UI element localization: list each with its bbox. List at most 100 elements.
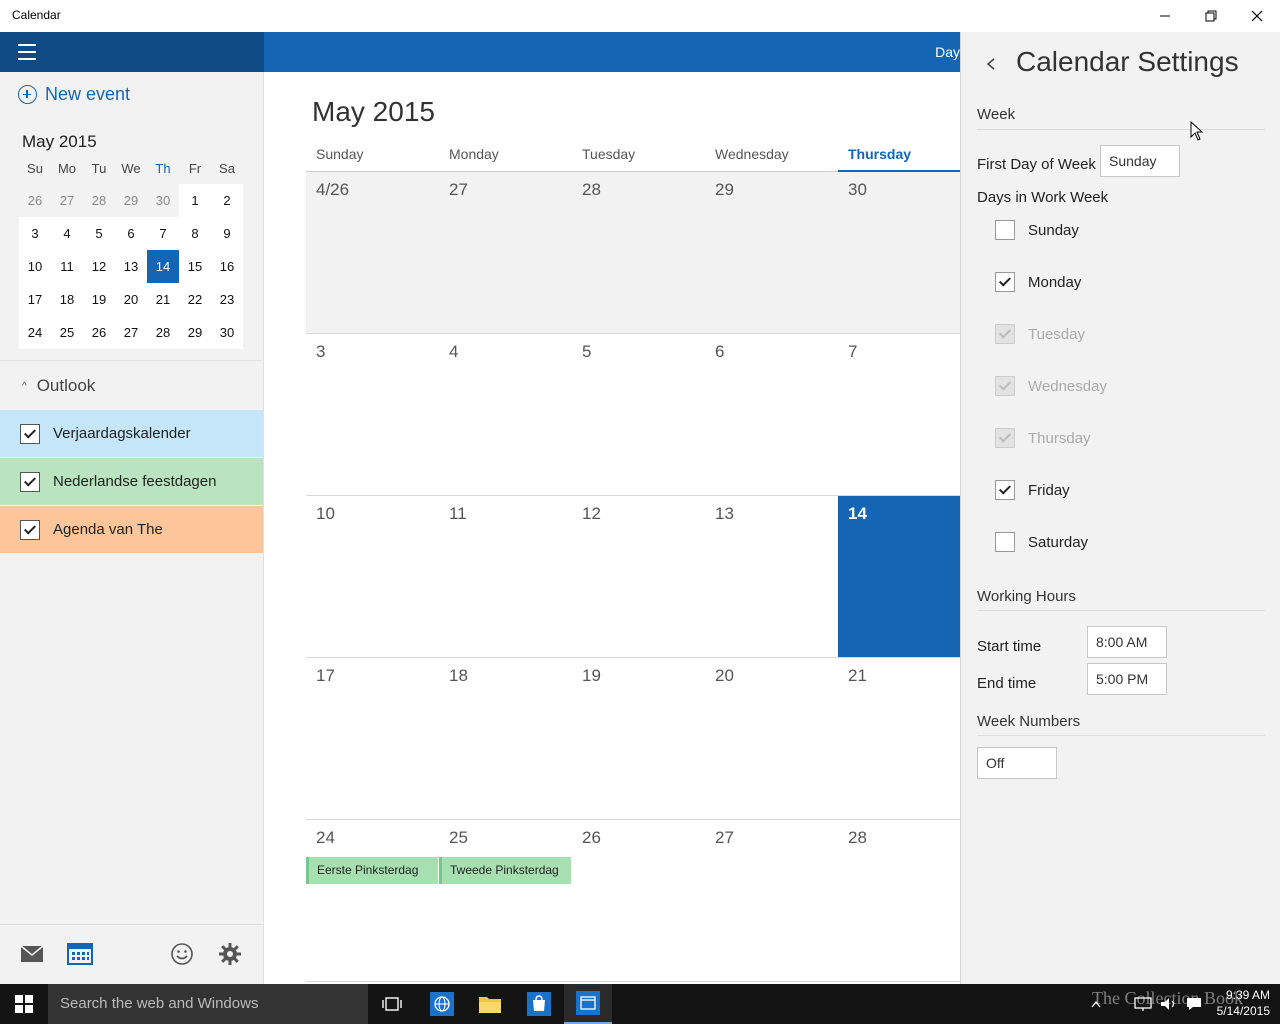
day-cell[interactable]: 13 bbox=[705, 496, 838, 657]
day-cell[interactable]: 3 bbox=[306, 334, 439, 495]
view-day-button[interactable]: Day bbox=[935, 44, 960, 60]
mini-calendar-day[interactable]: 18 bbox=[51, 283, 83, 316]
calendar-taskbar-button[interactable] bbox=[564, 984, 612, 1024]
restore-button[interactable] bbox=[1188, 0, 1234, 32]
mini-calendar-day[interactable]: 9 bbox=[211, 217, 243, 250]
mini-calendar-day[interactable]: 22 bbox=[179, 283, 211, 316]
day-cell[interactable]: 11 bbox=[439, 496, 572, 657]
hamburger-menu-icon[interactable] bbox=[18, 44, 36, 60]
mini-calendar-day[interactable]: 28 bbox=[83, 184, 115, 217]
mini-calendar-day[interactable]: 3 bbox=[19, 217, 51, 250]
day-cell[interactable]: 29 bbox=[705, 172, 838, 333]
day-cell[interactable]: 27 bbox=[705, 820, 838, 981]
mini-calendar-day[interactable]: 2 bbox=[211, 184, 243, 217]
mini-calendar-title[interactable]: May 2015 bbox=[22, 132, 97, 152]
mini-calendar-day[interactable]: 20 bbox=[115, 283, 147, 316]
task-view-button[interactable] bbox=[368, 984, 416, 1024]
start-time-dropdown[interactable]: 8:00 AM bbox=[1087, 626, 1167, 658]
calendar-list-item[interactable]: Verjaardagskalender bbox=[0, 410, 263, 457]
day-cell[interactable]: 5 bbox=[572, 334, 705, 495]
mini-calendar-day[interactable]: 10 bbox=[19, 250, 51, 283]
day-cell[interactable]: 7 bbox=[838, 334, 960, 495]
checkbox-box[interactable] bbox=[995, 532, 1015, 552]
day-cell[interactable]: 14 bbox=[838, 496, 960, 657]
store-taskbar-button[interactable] bbox=[515, 984, 563, 1024]
browser-taskbar-button[interactable] bbox=[418, 984, 466, 1024]
mini-calendar-day[interactable]: 13 bbox=[115, 250, 147, 283]
minimize-button[interactable] bbox=[1142, 0, 1188, 32]
mini-calendar-day[interactable]: 30 bbox=[147, 184, 179, 217]
mini-calendar-day[interactable]: 14 bbox=[147, 250, 179, 283]
day-cell[interactable]: 21 bbox=[838, 658, 960, 819]
event-chip[interactable]: Tweede Pinksterdag bbox=[439, 857, 571, 884]
checkbox-box[interactable] bbox=[995, 480, 1015, 500]
mini-calendar-day[interactable]: 30 bbox=[211, 316, 243, 349]
first-day-dropdown[interactable]: Sunday bbox=[1100, 145, 1180, 177]
day-cell[interactable]: 26 bbox=[572, 820, 705, 981]
workday-checkbox-friday[interactable]: Friday bbox=[995, 480, 1070, 500]
mini-calendar-day[interactable]: 17 bbox=[19, 283, 51, 316]
day-cell[interactable]: 27 bbox=[439, 172, 572, 333]
workday-checkbox-saturday[interactable]: Saturday bbox=[995, 532, 1088, 552]
mini-calendar-day[interactable]: 5 bbox=[83, 217, 115, 250]
mail-icon[interactable] bbox=[18, 940, 46, 968]
mini-calendar-day[interactable]: 29 bbox=[179, 316, 211, 349]
mini-calendar-day[interactable]: 11 bbox=[51, 250, 83, 283]
day-cell[interactable]: 18 bbox=[439, 658, 572, 819]
start-button[interactable] bbox=[0, 984, 48, 1024]
calendar-list-item[interactable]: Agenda van The bbox=[0, 506, 263, 553]
mini-calendar-day[interactable]: 7 bbox=[147, 217, 179, 250]
mini-calendar-day[interactable]: 26 bbox=[19, 184, 51, 217]
event-chip[interactable]: Eerste Pinksterdag bbox=[306, 857, 438, 884]
day-cell[interactable]: 20 bbox=[705, 658, 838, 819]
action-center-icon[interactable] bbox=[1182, 984, 1206, 1024]
volume-icon[interactable] bbox=[1156, 984, 1180, 1024]
account-header[interactable]: ^ Outlook bbox=[22, 376, 95, 396]
workday-checkbox-monday[interactable]: Monday bbox=[995, 272, 1081, 292]
mini-calendar-day[interactable]: 27 bbox=[51, 184, 83, 217]
calendar-list-item[interactable]: Nederlandse feestdagen bbox=[0, 458, 263, 505]
system-clock[interactable]: 9:39 AM 5/14/2015 bbox=[1217, 987, 1270, 1019]
taskbar-search-box[interactable]: Search the web and Windows bbox=[48, 984, 368, 1024]
checkbox-box[interactable] bbox=[995, 272, 1015, 292]
calendar-checkbox[interactable] bbox=[20, 471, 40, 492]
mini-calendar-day[interactable]: 6 bbox=[115, 217, 147, 250]
new-event-button[interactable]: New event bbox=[18, 84, 130, 105]
calendar-checkbox[interactable] bbox=[20, 519, 40, 540]
checkbox-box[interactable] bbox=[995, 220, 1015, 240]
day-cell[interactable]: 10 bbox=[306, 496, 439, 657]
mini-calendar-day[interactable]: 12 bbox=[83, 250, 115, 283]
day-cell[interactable]: 6 bbox=[705, 334, 838, 495]
mini-calendar-day[interactable]: 26 bbox=[83, 316, 115, 349]
smiley-icon[interactable] bbox=[168, 940, 196, 968]
mini-calendar-day[interactable]: 1 bbox=[179, 184, 211, 217]
day-cell[interactable]: 4/26 bbox=[306, 172, 439, 333]
mini-calendar-day[interactable]: 4 bbox=[51, 217, 83, 250]
show-hidden-icons-button[interactable] bbox=[1084, 984, 1108, 1024]
mini-calendar-day[interactable]: 25 bbox=[51, 316, 83, 349]
network-icon[interactable] bbox=[1130, 984, 1156, 1024]
gear-icon[interactable] bbox=[216, 940, 244, 968]
mini-calendar-day[interactable]: 27 bbox=[115, 316, 147, 349]
back-button[interactable] bbox=[983, 54, 999, 74]
mini-calendar-day[interactable]: 24 bbox=[19, 316, 51, 349]
day-cell[interactable]: 4 bbox=[439, 334, 572, 495]
day-cell[interactable]: 25 Tweede Pinksterdag bbox=[439, 820, 572, 981]
mini-calendar-day[interactable]: 21 bbox=[147, 283, 179, 316]
mini-calendar-day[interactable]: 8 bbox=[179, 217, 211, 250]
workday-checkbox-sunday[interactable]: Sunday bbox=[995, 220, 1079, 240]
mini-calendar-day[interactable]: 15 bbox=[179, 250, 211, 283]
mini-calendar-day[interactable]: 28 bbox=[147, 316, 179, 349]
file-explorer-taskbar-button[interactable] bbox=[466, 984, 514, 1024]
mini-calendar-day[interactable]: 19 bbox=[83, 283, 115, 316]
day-cell[interactable]: 28 bbox=[838, 820, 960, 981]
mini-calendar-day[interactable]: 16 bbox=[211, 250, 243, 283]
day-cell[interactable]: 12 bbox=[572, 496, 705, 657]
day-cell[interactable]: 19 bbox=[572, 658, 705, 819]
calendar-checkbox[interactable] bbox=[20, 423, 40, 444]
mini-calendar-day[interactable]: 29 bbox=[115, 184, 147, 217]
day-cell[interactable]: 24 Eerste Pinksterdag bbox=[306, 820, 439, 981]
calendar-icon[interactable] bbox=[66, 940, 94, 968]
close-button[interactable] bbox=[1234, 0, 1280, 32]
day-cell[interactable]: 30 bbox=[838, 172, 960, 333]
